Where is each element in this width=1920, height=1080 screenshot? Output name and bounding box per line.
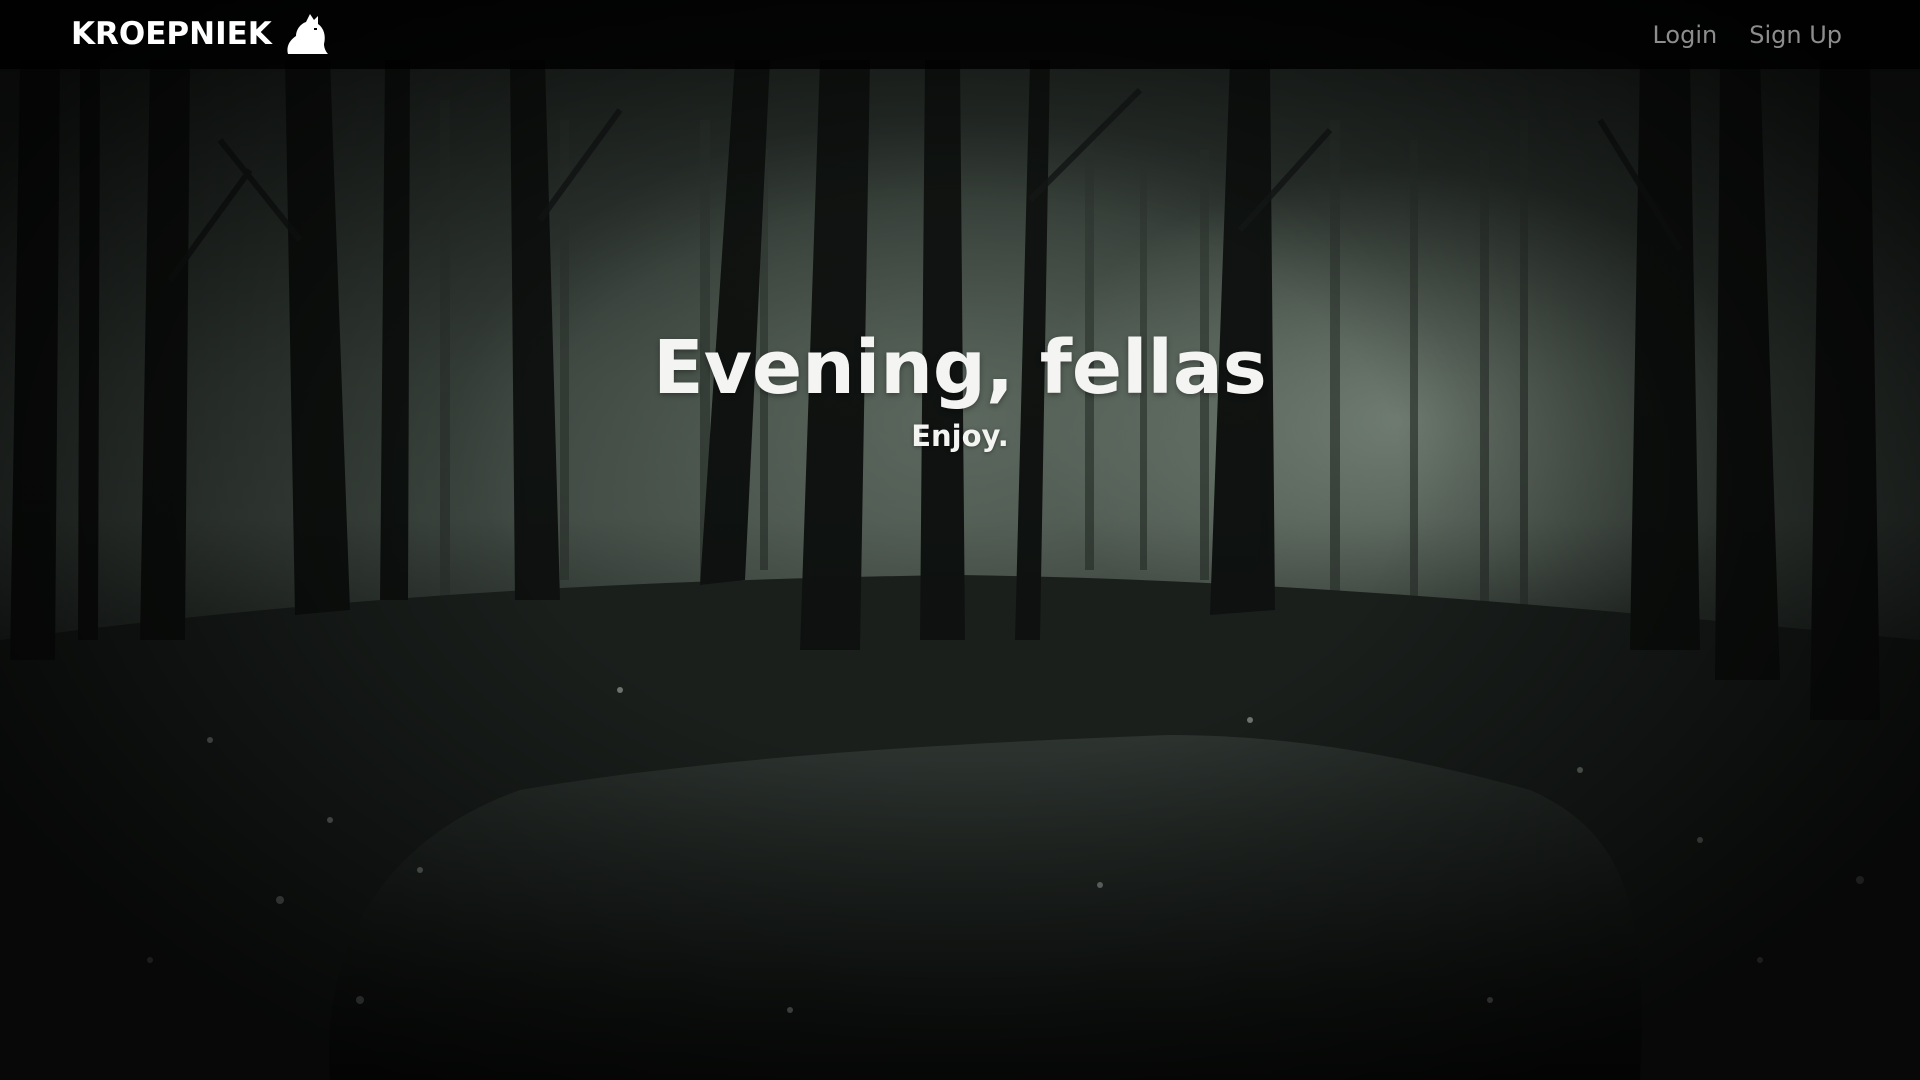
login-link[interactable]: Login xyxy=(1652,21,1717,49)
top-navbar: KROEPNIEK Login Sign Up xyxy=(0,0,1920,69)
hero-background-forest-image xyxy=(0,0,1920,1080)
brand-home-link[interactable]: KROEPNIEK xyxy=(71,11,330,57)
nav-links: Login Sign Up xyxy=(1652,0,1842,69)
hero-section: Evening, fellas Enjoy. xyxy=(0,320,1920,456)
hero-title: Evening, fellas xyxy=(653,325,1267,411)
sign-up-link[interactable]: Sign Up xyxy=(1749,21,1842,49)
kroepniek-logo-icon xyxy=(284,12,330,56)
brand-name: KROEPNIEK xyxy=(71,16,272,52)
landing-page: KROEPNIEK Login Sign Up Evening, fellas … xyxy=(0,0,1920,1080)
hero-subtitle: Enjoy. xyxy=(911,419,1009,453)
forest-illustration xyxy=(0,60,1920,1080)
